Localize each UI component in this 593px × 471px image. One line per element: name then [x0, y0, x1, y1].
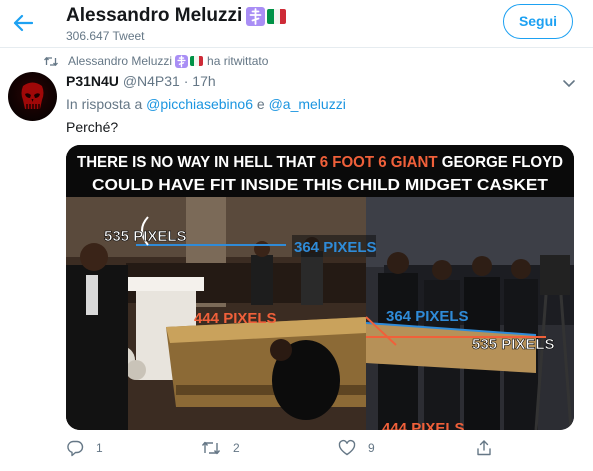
pixel-label: 364 PIXELS [294, 239, 377, 256]
profile-header: Alessandro Meluzzi 306.647 Tweet Segui [0, 0, 593, 48]
like-button[interactable]: 9 [338, 439, 375, 457]
tweet-text: Perché? [66, 119, 119, 135]
pixel-label: 535 PIXELS [104, 228, 187, 245]
retweet-button[interactable]: 2 [201, 439, 240, 457]
orthodox-cross-icon [175, 54, 189, 68]
back-button[interactable] [8, 8, 38, 38]
share-button[interactable] [475, 439, 505, 457]
retweet-icon [201, 441, 221, 455]
image-caption-line2: COULD HAVE FIT INSIDE THIS CHILD MIDGET … [92, 177, 548, 194]
author-handle[interactable]: @N4P31 [123, 73, 180, 89]
profile-name-text: Alessandro Meluzzi [66, 5, 243, 26]
mention-link[interactable]: @picchiasebino6 [146, 96, 253, 112]
reply-context: In risposta a @picchiasebino6 e @a_meluz… [66, 96, 346, 112]
retweet-context: Alessandro Meluzzi ha ritwittato [44, 54, 268, 68]
share-icon [477, 440, 491, 456]
reply-button[interactable]: 1 [66, 439, 103, 457]
heart-icon [338, 439, 356, 456]
more-options-button[interactable] [560, 74, 578, 92]
tweet-author: P31N4U @N4P31 · 17h [66, 73, 216, 89]
like-count: 9 [368, 441, 375, 455]
pixel-label: 364 PIXELS [386, 308, 469, 325]
pixel-label: 444 PIXELS [194, 310, 277, 327]
avatar[interactable] [8, 72, 57, 121]
retweet-icon [44, 56, 58, 66]
mention-link[interactable]: @a_meluzzi [269, 96, 346, 112]
caption-highlight: 6 FOOT 6 GIANT [320, 154, 438, 171]
reply-conjunction: e [256, 96, 265, 112]
chevron-down-icon [563, 80, 575, 88]
italy-flag-icon [190, 56, 204, 66]
reply-count: 1 [96, 441, 103, 455]
tweet-timestamp[interactable]: 17h [192, 73, 215, 89]
retweet-count: 2 [233, 441, 240, 455]
author-display-name[interactable]: P31N4U [66, 73, 119, 89]
tweet-image[interactable]: THERE IS NO WAY IN HELL THAT 6 FOOT 6 GI… [66, 145, 574, 430]
retweet-label: ha ritwittato [207, 54, 269, 68]
tweet-count: 306.647 Tweet [66, 29, 145, 43]
profile-title: Alessandro Meluzzi [66, 5, 287, 27]
pixel-label: 444 PIXELS [382, 420, 465, 430]
reply-icon [67, 440, 84, 457]
reply-prefix: In risposta a [66, 96, 143, 112]
pixel-label: 535 PIXELS [472, 336, 555, 353]
orthodox-cross-icon [246, 6, 266, 26]
italy-flag-icon [267, 8, 287, 24]
separator-dot: · [183, 73, 189, 89]
punisher-skull-icon [21, 82, 44, 109]
back-arrow-icon [13, 14, 33, 32]
image-caption-line1: THERE IS NO WAY IN HELL THAT 6 FOOT 6 GI… [77, 154, 563, 171]
retweeter-name[interactable]: Alessandro Meluzzi [68, 54, 172, 68]
follow-button[interactable]: Segui [503, 4, 573, 39]
tweet-actions: 1 2 9 [66, 439, 576, 461]
